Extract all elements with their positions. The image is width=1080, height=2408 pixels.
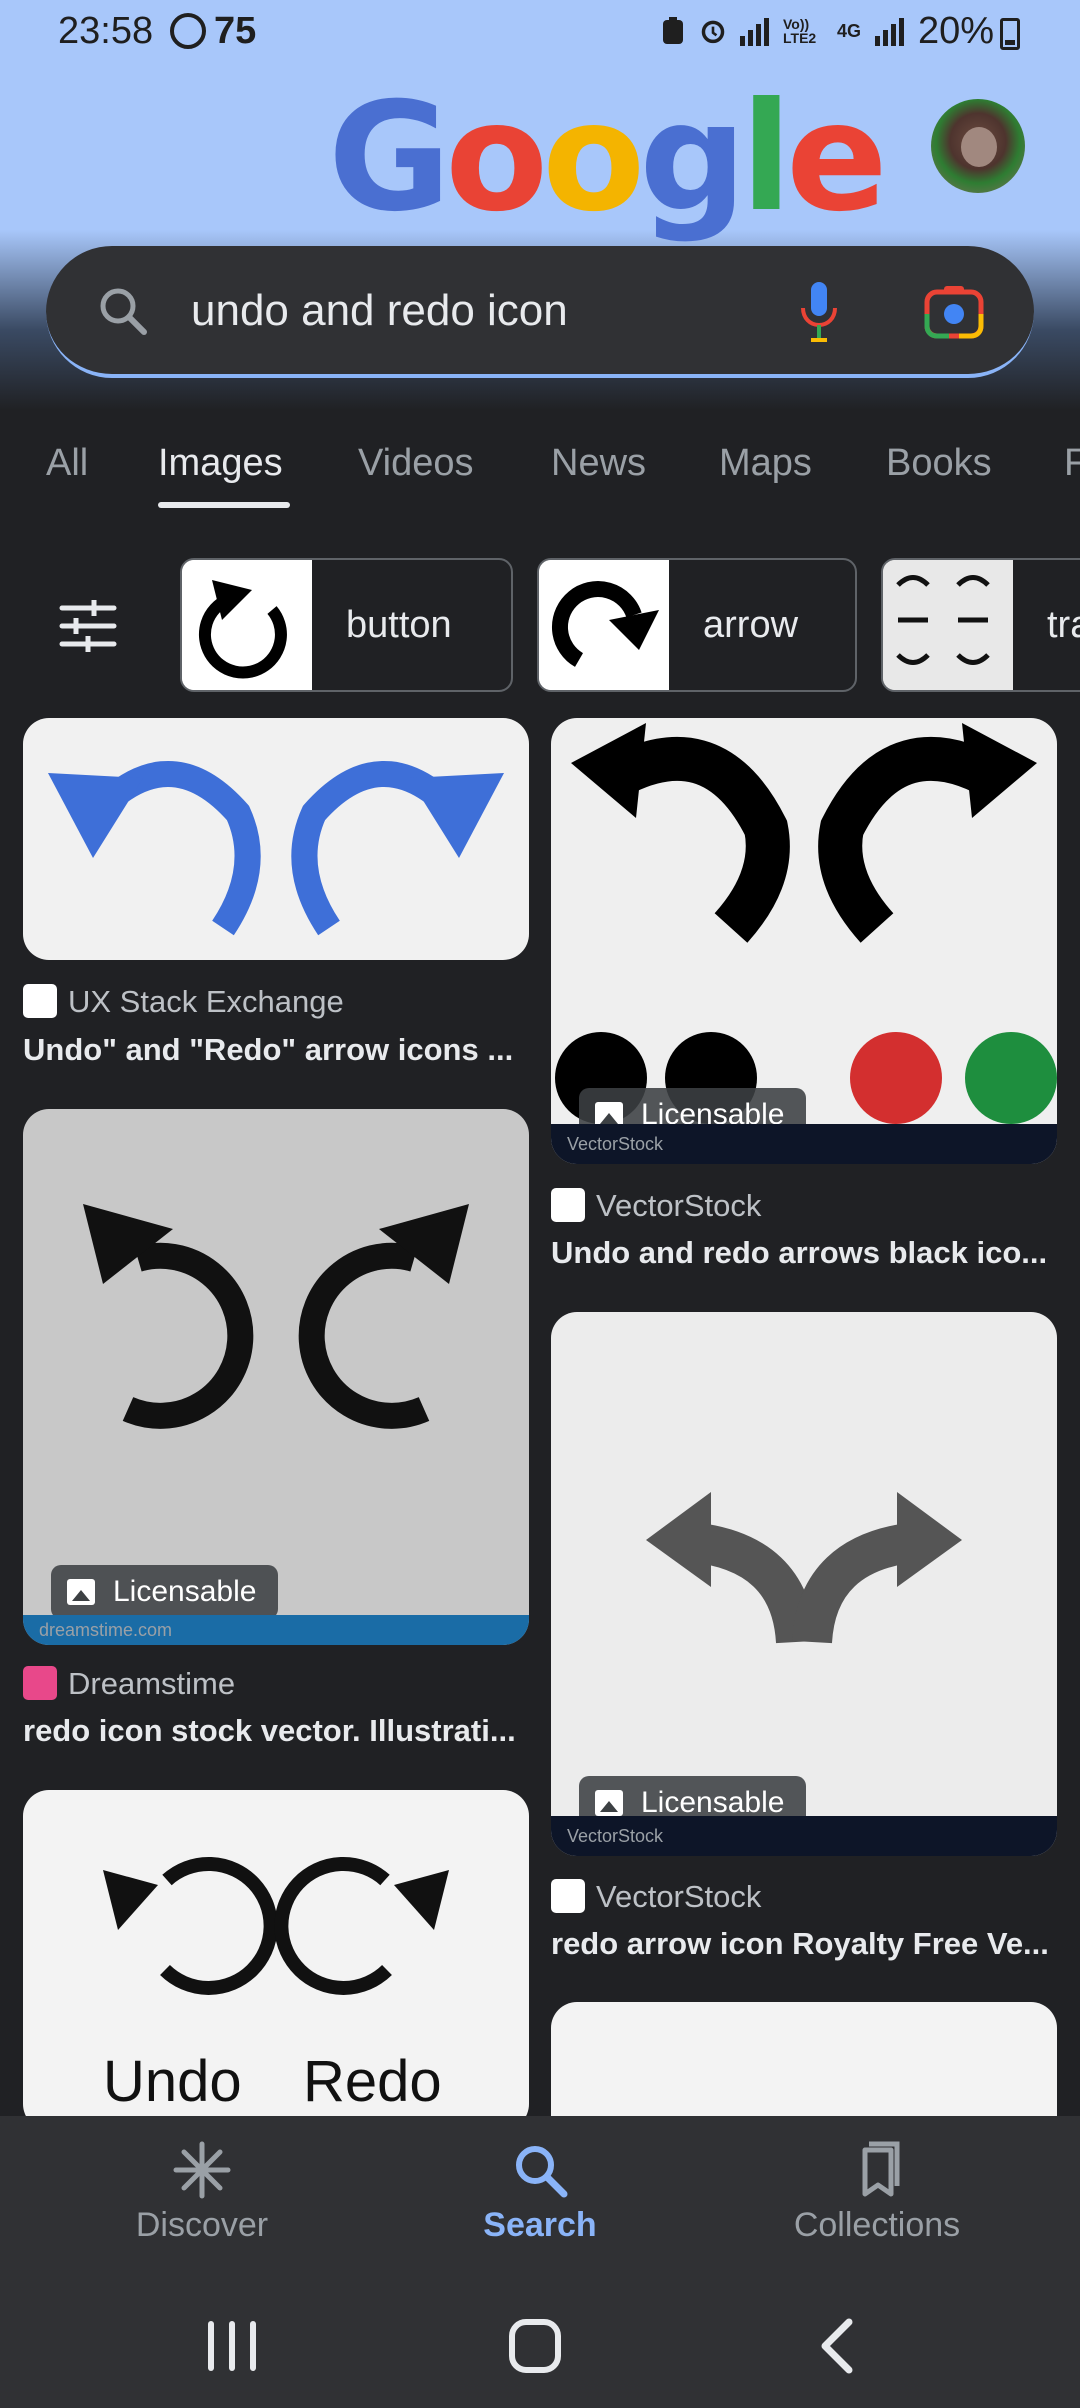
licensable-label: Licensable <box>113 1575 257 1608</box>
result-source: VectorStock <box>596 1188 762 1223</box>
result-image[interactable]: Licensable VectorStock <box>551 1312 1057 1856</box>
signal-icon-2 <box>875 16 905 46</box>
image-results: UX Stack Exchange Undo" and "Redo" arrow… <box>0 716 1080 2116</box>
dreamstime-favicon-icon <box>23 1666 57 1700</box>
tab-news[interactable]: News <box>551 442 646 485</box>
microphone-icon[interactable] <box>799 280 839 344</box>
volte-label: Vo)) LTE2 <box>783 16 817 46</box>
logo-letter: G <box>328 71 451 245</box>
nav-collections[interactable]: Collections <box>727 2140 1027 2245</box>
chip-label: arrow <box>703 604 799 646</box>
avatar[interactable] <box>931 99 1025 193</box>
tab-images[interactable]: Images <box>158 442 283 485</box>
arrows-grid-thumbnail-icon <box>883 560 1013 690</box>
undo-thumbnail-icon <box>182 560 312 690</box>
back-icon[interactable] <box>803 2314 873 2378</box>
nav-label: Discover <box>135 2206 269 2244</box>
tab-books[interactable]: Books <box>886 442 992 485</box>
chip-arrow[interactable]: arrow <box>537 558 857 692</box>
grey-undo-redo-arrows-image <box>551 1312 1057 1856</box>
chip-label: tra <box>1047 604 1080 646</box>
filter-icon[interactable] <box>58 598 118 654</box>
result-image[interactable]: Licensable dreamstime.com <box>23 1109 529 1645</box>
result-title[interactable]: Undo" and "Redo" arrow icons ... <box>23 1032 513 1068</box>
logo-letter: l <box>740 71 792 245</box>
result-title[interactable]: redo icon stock vector. Illustrati... <box>23 1713 516 1749</box>
recent-apps-icon[interactable] <box>197 2314 267 2378</box>
bottom-navigation: Discover Search Collections <box>0 2116 1080 2286</box>
battery-percent: 20% <box>918 10 995 52</box>
network-type: 4G <box>837 21 862 41</box>
watermark: dreamstime.com <box>23 1615 529 1645</box>
status-icons: Vo)) LTE2 4G <box>660 16 905 46</box>
alarm-icon <box>701 20 725 44</box>
watermark: VectorStock <box>551 1124 1057 1164</box>
redo-label: Redo <box>303 2049 442 2114</box>
search-icon <box>516 2146 568 2198</box>
nav-discover[interactable]: Discover <box>52 2140 352 2245</box>
redo-thumbnail-icon <box>539 560 669 690</box>
home-icon[interactable] <box>500 2314 570 2378</box>
system-navigation-bar <box>0 2286 1080 2408</box>
result-image[interactable]: Licensable VectorStock <box>551 718 1057 1164</box>
search-icon <box>100 288 147 335</box>
asterisk-icon <box>173 2141 231 2199</box>
search-tabs: All Images Videos News Maps Books F <box>0 420 1080 520</box>
result-source: UX Stack Exchange <box>68 984 344 1019</box>
google-lens-icon[interactable] <box>924 284 984 340</box>
undo-label: Undo <box>103 2049 242 2114</box>
chip-tra[interactable]: tra <box>881 558 1080 692</box>
chip-button[interactable]: button <box>180 558 513 692</box>
tab-all[interactable]: All <box>46 442 88 485</box>
result-title[interactable]: redo arrow icon Royalty Free Ve... <box>551 1926 1049 1962</box>
notification-count: 75 <box>214 10 257 52</box>
result-source: VectorStock <box>596 1879 762 1914</box>
image-icon <box>67 1579 95 1605</box>
logo-letter: e <box>786 71 888 245</box>
signal-icon <box>740 16 769 46</box>
result-source: Dreamstime <box>68 1666 236 1701</box>
result-image[interactable] <box>551 2002 1057 2116</box>
whatsapp-icon <box>170 13 206 49</box>
tab-maps[interactable]: Maps <box>719 442 812 485</box>
logo-letter: o <box>445 71 548 245</box>
collections-icon <box>862 2141 900 2197</box>
nav-label: Search <box>483 2206 597 2244</box>
result-title[interactable]: Undo and redo arrows black ico... <box>551 1235 1047 1271</box>
vectorstock-favicon-icon <box>551 1188 585 1222</box>
suggestion-chips: button arrow tra <box>0 556 1080 696</box>
google-logo[interactable]: Google <box>328 71 888 245</box>
licensable-label: Licensable <box>641 1786 785 1819</box>
chip-label: button <box>346 604 452 646</box>
blue-undo-redo-arrows-image <box>23 718 529 960</box>
undo-redo-labeled-image <box>23 1790 529 2116</box>
logo-letter: g <box>639 71 746 245</box>
nav-search[interactable]: Search <box>390 2140 690 2245</box>
active-tab-indicator <box>158 502 290 508</box>
status-bar: 23:58 75 Vo)) LTE2 4G 20% <box>0 0 1080 64</box>
watermark: VectorStock <box>551 1816 1057 1856</box>
result-image[interactable]: Undo Redo <box>23 1790 529 2116</box>
result-image[interactable] <box>23 718 529 960</box>
tab-videos[interactable]: Videos <box>358 442 474 485</box>
ux-stack-exchange-favicon-icon <box>23 984 57 1018</box>
battery-icon <box>1000 18 1020 50</box>
search-input[interactable]: undo and redo icon <box>191 286 568 336</box>
logo-letter: o <box>542 71 645 245</box>
search-bar[interactable]: undo and redo icon <box>46 246 1034 378</box>
image-icon <box>595 1790 623 1816</box>
battery-saver-icon <box>663 17 683 44</box>
vectorstock-favicon-icon <box>551 1879 585 1913</box>
nav-label: Collections <box>793 2206 961 2244</box>
licensable-badge[interactable]: Licensable <box>51 1565 279 1619</box>
tab-more[interactable]: F <box>1064 442 1080 485</box>
status-time: 23:58 <box>58 10 154 52</box>
